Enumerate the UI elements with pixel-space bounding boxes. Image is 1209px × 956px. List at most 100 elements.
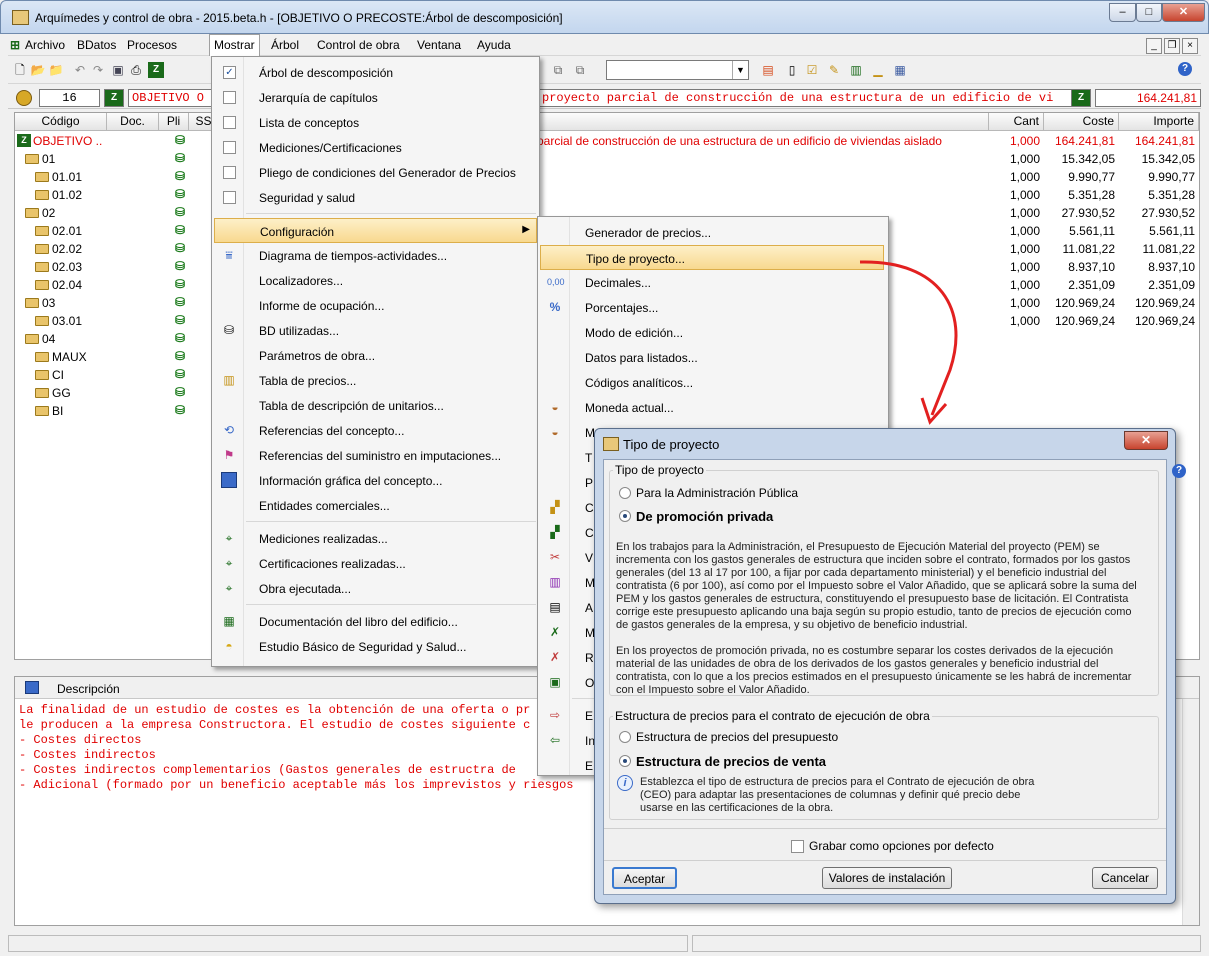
checkbox[interactable] [223,191,236,204]
total-field[interactable]: 164.241,81 [1095,89,1201,107]
menu-control-obra[interactable]: Control de obra [317,38,400,52]
menu-ventana[interactable]: Ventana [417,38,461,52]
print-icon[interactable]: ⎙ [128,62,144,78]
menu-item-tabla-descripcion[interactable]: Tabla de descripción de unitarios... [212,393,539,418]
menu-item-tipo-proyecto[interactable]: Tipo de proyecto... [540,245,884,270]
z-icon[interactable]: Z [104,89,124,107]
save-icon[interactable]: ▣ [110,62,126,78]
checkbox[interactable] [223,116,236,129]
menu-item-referencias[interactable]: ⟲ Referencias del concepto... [212,418,539,443]
menu-item-ref-suministro[interactable]: ⚑ Referencias del suministro en imputacio… [212,443,539,468]
menu-item-generador[interactable]: Generador de precios... [538,220,888,245]
minimize-button[interactable]: ‒ [1109,3,1136,22]
menu-item-pliego[interactable]: Pliego de condiciones del Generador de P… [212,160,539,185]
doc-edit-icon[interactable]: ✎ [826,62,842,78]
filter-icon[interactable]: ▤ [760,62,776,78]
help-icon[interactable]: ? [1178,62,1192,76]
menu-item-bd[interactable]: ⛁ BD utilizadas... [212,318,539,343]
cancel-button[interactable]: Cancelar [1092,867,1158,889]
menu-bdatos[interactable]: BDatos [77,38,116,52]
menu-item-jerarquia[interactable]: Jerarquía de capítulos [212,85,539,110]
radio-promocion-privada[interactable] [619,510,631,522]
new-icon[interactable]: 🗋 [12,62,28,78]
menu-item-diagrama[interactable]: ⩸ Diagrama de tiempos-actividades... [212,243,539,268]
tube-icon[interactable]: ▯ [784,62,800,78]
vertical-scrollbar[interactable] [1182,699,1199,925]
redo-icon[interactable]: ↷ [90,62,106,78]
menu-item-codigos[interactable]: Códigos analíticos... [538,370,888,395]
maximize-button[interactable]: □ [1136,3,1162,22]
row-coste: 15.342,05 [1061,152,1115,166]
paste-icon[interactable]: ⧉ [572,62,588,78]
toolbar-combo[interactable]: ▼ [606,60,749,80]
chevron-down-icon[interactable]: ▼ [732,61,748,79]
install-values-button[interactable]: Valores de instalación [822,867,952,889]
col-header-pli[interactable]: Pli [159,113,189,131]
col-header-coste[interactable]: Coste [1044,113,1119,131]
menu-item-seguridad[interactable]: Seguridad y salud [212,185,539,210]
table-row[interactable]: Z OBJETIVO .. ⛁ parcial de construcción … [15,132,1199,150]
mdi-minimize-button[interactable]: _ [1146,38,1162,54]
col-header-importe[interactable]: Importe [1119,113,1199,131]
menu-item-arbol[interactable]: ✓ Árbol de descomposición [212,60,539,85]
menu-item-parametros[interactable]: Parámetros de obra... [212,343,539,368]
menu-item-estudio-basico[interactable]: ◓ Estudio Básico de Seguridad y Salud... [212,634,539,659]
menu-item-certificaciones[interactable]: ⌖ Certificaciones realizadas... [212,551,539,576]
radio-administracion[interactable] [619,487,631,499]
table-row[interactable]: 01.02 ⛁ 1,000 5.351,28 5.351,28 [15,186,1199,204]
checklist-icon[interactable]: ☑ [804,62,820,78]
col-header-doc[interactable]: Doc. [107,113,159,131]
accept-button[interactable]: Aceptar [612,867,677,889]
radio-estructura-venta[interactable] [619,755,631,767]
menu-arbol[interactable]: Árbol [271,38,299,52]
col-header-codigo[interactable]: Código [15,113,107,131]
table-row[interactable]: 01.01 ⛁ 1,000 9.990,77 9.990,77 [15,168,1199,186]
menu-archivo[interactable]: Archivo [25,38,65,52]
menu-item-tabla-precios[interactable]: ▥ Tabla de precios... [212,368,539,393]
menu-mostrar[interactable]: Mostrar [209,34,260,56]
z-icon-right[interactable]: Z [1071,89,1091,107]
status-pane-left [8,935,688,952]
menu-item-modo-edicion[interactable]: Modo de edición... [538,320,888,345]
table-icon[interactable]: ▦ [892,62,908,78]
checkbox-grabar-defecto[interactable] [791,840,804,853]
book-icon[interactable]: ▥ [848,62,864,78]
checkbox[interactable] [223,141,236,154]
menu-item-moneda[interactable]: ◒ Moneda actual... [538,395,888,420]
col-header-cant[interactable]: Cant [989,113,1044,131]
menu-item-mediciones-realizadas[interactable]: ⌖ Mediciones realizadas... [212,526,539,551]
menu-item-entidades[interactable]: Entidades comerciales... [212,493,539,518]
checkbox[interactable] [223,91,236,104]
menu-item-decimales[interactable]: 0,00 Decimales... [538,270,888,295]
dialog-close-button[interactable]: ✕ [1124,431,1168,450]
menu-item-mediciones[interactable]: Mediciones/Certificaciones [212,135,539,160]
open-icon[interactable]: 📂 [30,62,46,78]
menu-item-info-grafica[interactable]: Información gráfica del concepto... [212,468,539,493]
open-folder-icon[interactable]: 📁 [48,62,64,78]
menu-item-configuracion[interactable]: Configuración ▶ [214,218,537,243]
chart-icon[interactable]: ▁ [870,62,886,78]
menu-bar: ⊞ Archivo BDatos Procesos Mostrar Árbol … [8,34,1201,56]
copy-icon[interactable]: ⧉ [550,62,566,78]
checkbox-checked[interactable]: ✓ [223,66,236,79]
help-icon[interactable]: ? [1172,464,1186,478]
z-icon[interactable]: Z [148,62,164,78]
menu-ayuda[interactable]: Ayuda [477,38,511,52]
mdi-restore-button[interactable]: ❐ [1164,38,1180,54]
menu-item-lista[interactable]: Lista de conceptos [212,110,539,135]
menu-item-localizadores[interactable]: Localizadores... [212,268,539,293]
mdi-close-button[interactable]: × [1182,38,1198,54]
table-row[interactable]: 01 ⛁ 1,000 15.342,05 15.342,05 [15,150,1199,168]
menu-item-datos-listados[interactable]: Datos para listados... [538,345,888,370]
close-button[interactable]: ✕ [1162,3,1205,22]
level-field[interactable]: 16 [39,89,100,107]
menu-item-porcentajes[interactable]: % Porcentajes... [538,295,888,320]
menu-item-obra-ejecutada[interactable]: ⌖ Obra ejecutada... [212,576,539,601]
radio-estructura-presupuesto[interactable] [619,731,631,743]
undo-icon[interactable]: ↶ [72,62,88,78]
menu-procesos[interactable]: Procesos [127,38,177,52]
menu-item-informe[interactable]: Informe de ocupación... [212,293,539,318]
dialog-body: ? Tipo de proyecto Para la Administració… [603,459,1186,895]
menu-item-documentacion[interactable]: ▦ Documentación del libro del edificio... [212,609,539,634]
checkbox[interactable] [223,166,236,179]
